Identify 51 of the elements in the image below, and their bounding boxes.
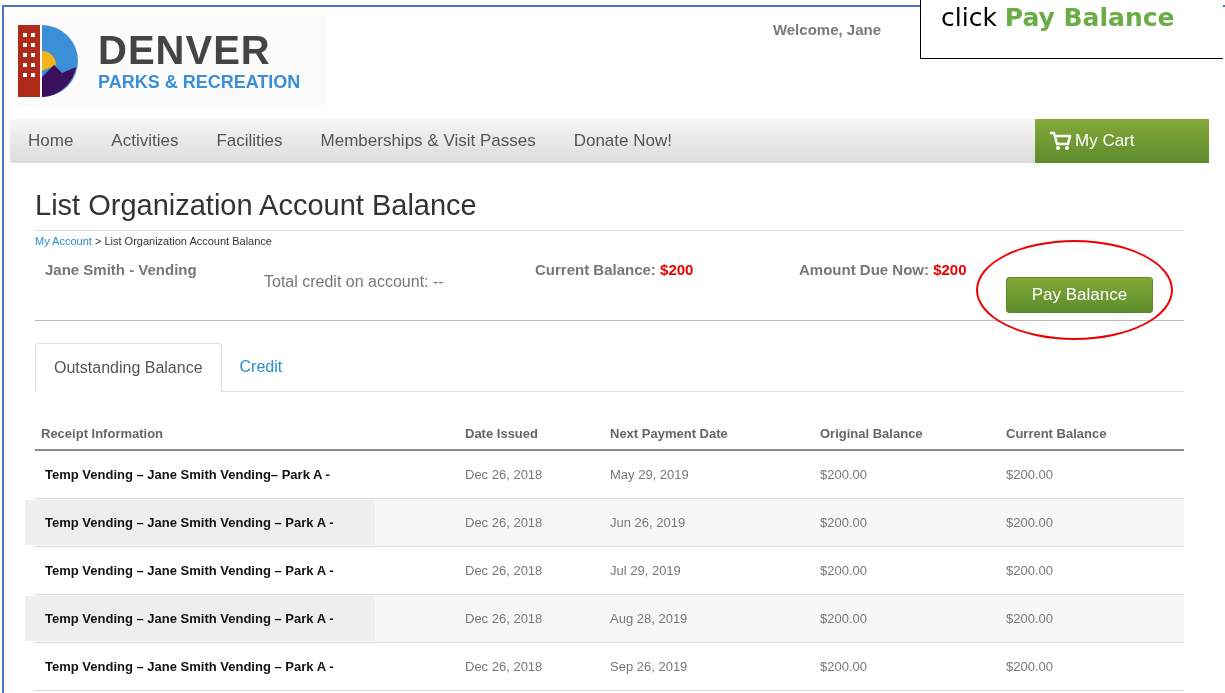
column-header: Current Balance [1000, 418, 1184, 450]
table-cell: Dec 26, 2018 [465, 658, 543, 674]
current-balance: Current Balance: $200 [535, 261, 695, 278]
table-cell-text: Temp Vending – Jane Smith Vending– Park A - [44, 465, 331, 484]
table-cell-text: Temp Vending – Jane Smith Vending – Park A - [44, 561, 335, 580]
column-header: Date Issued [459, 418, 604, 450]
table-cell: Sep 26, 2019 [610, 658, 688, 674]
tab[interactable]: Outstanding Balance [35, 343, 222, 392]
table-cell-text: Temp Vending – Jane Smith Vending – Park A - [44, 657, 335, 676]
account-name: Jane Smith - Vending [45, 261, 198, 278]
table-cell: Dec 26, 2018 [465, 562, 543, 578]
logo-title: DENVER [98, 29, 272, 71]
table-cell: Jun 26, 2019 [610, 514, 686, 530]
table-cell: $200.00 [820, 562, 867, 578]
table-cell: $200.00 [820, 466, 867, 482]
nav-link[interactable]: Facilities [197, 131, 302, 151]
breadcrumb-current: > List Organization Account Balance [93, 235, 272, 247]
pay-balance-button[interactable]: Pay Balance [1006, 277, 1153, 313]
table-cell: May 29, 2019 [610, 466, 689, 482]
tab[interactable]: Credit [221, 343, 301, 392]
amount-due: Amount Due Now: $200 [799, 261, 968, 278]
logo-subtitle: PARKS & RECREATION [98, 71, 301, 93]
table-cell: Dec 26, 2018 [465, 466, 543, 482]
nav-link[interactable]: Home [10, 131, 93, 151]
breadcrumb-link[interactable]: My Account [35, 235, 92, 247]
table-cell: $200.00 [820, 514, 867, 530]
welcome-text: Welcome, Jane [772, 21, 881, 40]
column-header: Next Payment Date [604, 418, 814, 450]
table-cell: Temp Vending – Jane Smith Vending – Park A - [25, 595, 375, 641]
column-header: Receipt Information [35, 418, 459, 450]
table-cell: $200.00 [1006, 514, 1053, 530]
table-cell: Dec 26, 2018 [465, 514, 543, 530]
table-cell: Aug 28, 2019 [610, 610, 688, 626]
table-cell: $200.00 [1006, 610, 1053, 626]
table-cell: Dec 26, 2018 [465, 610, 543, 626]
table-cell: $200.00 [1006, 562, 1053, 578]
nav-link[interactable]: Memberships & Visit Passes [301, 131, 555, 151]
table-cell: $200.00 [820, 658, 867, 674]
table-cell: $200.00 [1006, 466, 1053, 482]
callout-box: click Pay Balance [920, 0, 1223, 59]
credit-text: Total credit on account: -- [264, 273, 445, 291]
table-cell: $200.00 [1006, 658, 1053, 674]
nav-link[interactable]: Donate Now! [554, 131, 691, 151]
cart-icon [1049, 131, 1071, 151]
column-header: Original Balance [814, 418, 1000, 450]
cart-button[interactable]: My Cart [1035, 119, 1209, 163]
table-cell: Temp Vending – Jane Smith Vending – Park A - [25, 499, 375, 545]
page-title: List Organization Account Balance [35, 189, 1184, 231]
nav-link[interactable]: Activities [92, 131, 198, 151]
table-cell: $200.00 [820, 610, 867, 626]
table-cell: Jul 29, 2019 [610, 562, 681, 578]
